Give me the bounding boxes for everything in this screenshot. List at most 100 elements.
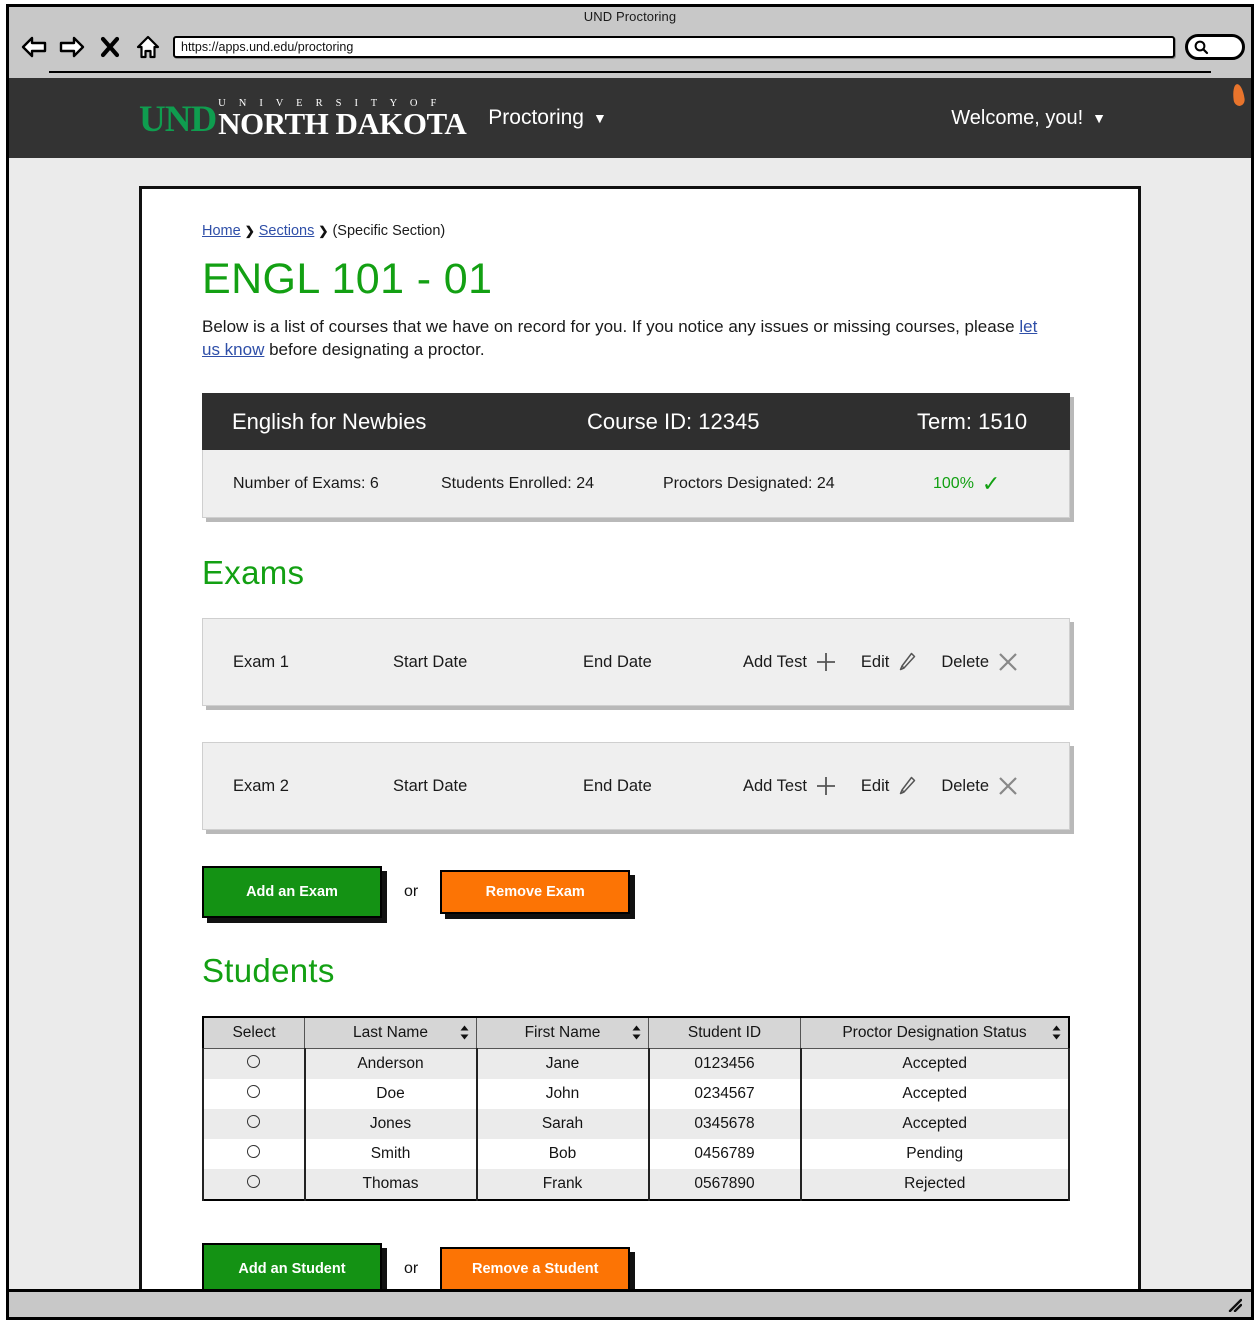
table-row[interactable]: Anderson Jane 0123456 Accepted (202, 1048, 1070, 1080)
resize-grip-icon[interactable] (1228, 1298, 1243, 1313)
column-header-student-id: Student ID (648, 1016, 801, 1050)
stat-students-enrolled: Students Enrolled: 24 (441, 474, 594, 492)
plus-icon (815, 775, 837, 797)
add-a-student-button[interactable]: Add an Student (202, 1243, 382, 1293)
cell-last-name: Smith (303, 1139, 478, 1170)
browser-toolbar: https://apps.und.edu/proctoring (9, 27, 1251, 67)
browser-search-box[interactable] (1185, 34, 1245, 60)
cell-student-id: 0234567 (647, 1079, 802, 1110)
cell-student-id: 0123456 (647, 1048, 802, 1080)
row-select-cell[interactable] (202, 1109, 306, 1140)
cell-last-name: Doe (303, 1079, 478, 1110)
exam-name: Exam 1 (233, 652, 289, 671)
row-select-cell[interactable] (202, 1079, 306, 1110)
breadcrumb-separator-1: ❯ (244, 224, 255, 238)
row-select-cell[interactable] (202, 1139, 306, 1170)
exams-heading: Exams (202, 554, 305, 592)
student-or-label: or (404, 1260, 419, 1278)
radio-button[interactable] (247, 1175, 261, 1189)
cell-proctor-status: Accepted (799, 1109, 1070, 1140)
stat-completion: 100% ✓ (933, 470, 1001, 496)
delete-label: Delete (941, 652, 990, 671)
browser-nav-icons (19, 32, 163, 62)
cell-proctor-status: Pending (799, 1139, 1070, 1170)
edit-label: Edit (860, 776, 890, 795)
back-arrow-icon[interactable] (19, 32, 49, 62)
course-id: Course ID: 12345 (587, 408, 760, 434)
row-select-cell[interactable] (202, 1169, 306, 1201)
column-label-last-name: Last Name (353, 1024, 428, 1042)
sort-toggle-icon-proctor-status[interactable] (1052, 1025, 1061, 1041)
cell-student-id: 0345678 (647, 1109, 802, 1140)
chevron-down-icon-user: ▼ (1092, 110, 1106, 126)
cell-last-name: Thomas (303, 1169, 478, 1201)
nav-user-menu[interactable]: Welcome, you! ▼ (951, 107, 1221, 130)
cell-student-id: 0567890 (647, 1169, 802, 1201)
table-row[interactable]: Smith Bob 0456789 Pending (202, 1139, 1070, 1170)
plus-icon (815, 651, 837, 673)
student-actions-row: Add an Student or Remove a Student (202, 1243, 1074, 1293)
course-summary-header: English for Newbies Course ID: 12345 Ter… (202, 393, 1070, 451)
column-header-last-name[interactable]: Last Name (304, 1016, 477, 1050)
cell-first-name: Sarah (475, 1109, 650, 1140)
stat-proctors-designated: Proctors Designated: 24 (663, 474, 835, 492)
table-row[interactable]: Jones Sarah 0345678 Accepted (202, 1109, 1070, 1140)
add-test-label: Add Test (743, 652, 807, 671)
home-icon[interactable] (133, 32, 163, 62)
exam-name: Exam 2 (233, 776, 289, 795)
content-card: Home ❯ Sections ❯ (Specific Section) ENGL 10… (139, 186, 1141, 1293)
x-icon (997, 651, 1019, 673)
students-table-header-row: Select Last Name First Name Student ID P… (202, 1016, 1070, 1050)
table-row[interactable]: Thomas Frank 0567890 Rejected (202, 1169, 1070, 1201)
exam-or-label: or (404, 883, 419, 901)
check-icon: ✓ (981, 470, 1001, 496)
radio-button[interactable] (247, 1145, 261, 1159)
x-icon (997, 775, 1019, 797)
delete-exam-button[interactable]: Delete (941, 775, 1019, 797)
row-select-cell[interactable] (202, 1048, 306, 1080)
search-icon (1194, 40, 1209, 55)
sort-toggle-icon-first-name[interactable] (632, 1025, 641, 1041)
remove-a-student-button[interactable]: Remove a Student (440, 1247, 631, 1292)
und-logo: UND U N I V E R S I T Y O F NORTH DAKOTA (139, 83, 1246, 141)
edit-exam-button[interactable]: Edit (861, 775, 917, 797)
delete-exam-button[interactable]: Delete (941, 651, 1019, 673)
radio-button[interactable] (247, 1115, 261, 1129)
close-x-icon[interactable] (95, 32, 125, 62)
add-test-label: Add Test (743, 776, 807, 795)
table-row[interactable]: Doe John 0234567 Accepted (202, 1079, 1070, 1110)
add-test-button[interactable]: Add Test (743, 775, 837, 797)
edit-exam-button[interactable]: Edit (861, 651, 917, 673)
toolbar-divider (49, 67, 1211, 73)
column-header-first-name[interactable]: First Name (476, 1016, 649, 1050)
radio-button[interactable] (247, 1085, 261, 1099)
column-header-proctor-status[interactable]: Proctor Designation Status (800, 1016, 1070, 1050)
cell-proctor-status: Rejected (799, 1169, 1070, 1201)
url-bar[interactable]: https://apps.und.edu/proctoring (173, 36, 1175, 58)
completion-percent: 100% (933, 474, 974, 492)
pencil-icon (897, 775, 917, 797)
nav-proctoring-label: Proctoring (488, 106, 584, 129)
radio-button[interactable] (247, 1055, 261, 1069)
breadcrumb-current: (Specific Section) (332, 223, 446, 239)
exam-start-date: Start Date (393, 776, 468, 795)
cell-last-name: Anderson (303, 1048, 478, 1080)
nav-proctoring-menu[interactable]: Proctoring ▼ (488, 106, 607, 130)
remove-exam-button[interactable]: Remove Exam (440, 870, 631, 915)
forward-arrow-icon[interactable] (57, 32, 87, 62)
add-an-exam-button[interactable]: Add an Exam (202, 866, 382, 919)
breadcrumb-home-link[interactable]: Home (202, 223, 241, 239)
exam-end-date: End Date (583, 652, 652, 671)
und-flame-icon (1231, 83, 1246, 107)
und-logo-mark: UND (139, 99, 217, 141)
intro-part-1: Below is a list of courses that we have … (202, 317, 1020, 336)
breadcrumb-separator-2: ❯ (318, 224, 329, 238)
chevron-down-icon: ▼ (593, 110, 607, 126)
course-summary-stats: Number of Exams: 6 Students Enrolled: 24… (202, 450, 1070, 519)
browser-window: UND Proctoring https://apps.und.edu/proc… (6, 4, 1254, 1320)
site-navbar: UND U N I V E R S I T Y O F NORTH DAKOTA… (9, 78, 1251, 158)
add-test-button[interactable]: Add Test (743, 651, 837, 673)
students-table: Select Last Name First Name Student ID P… (202, 1016, 1070, 1202)
sort-toggle-icon-last-name[interactable] (460, 1025, 469, 1041)
breadcrumb-sections-link[interactable]: Sections (259, 223, 315, 239)
